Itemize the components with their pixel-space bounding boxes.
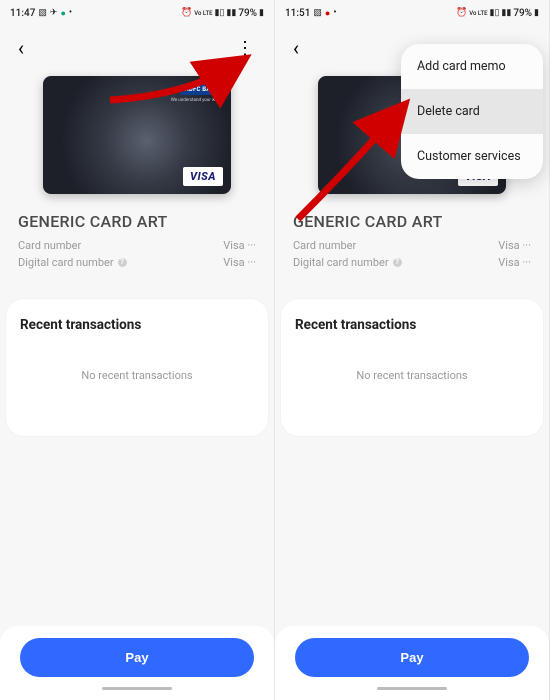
- battery-text: 79%: [513, 8, 532, 19]
- telegram-icon: ✈: [50, 8, 58, 18]
- signal-icon: ▮▯: [215, 8, 225, 18]
- more-notifications-icon: •: [69, 8, 72, 18]
- no-transactions-text: No recent transactions: [295, 369, 529, 418]
- battery-icon: ▮: [259, 8, 264, 18]
- volte-icon: Vo LTE: [469, 10, 487, 17]
- digital-number-label: Digital card number ?: [293, 256, 402, 269]
- bank-badge: HDFC BANK: [180, 84, 223, 95]
- card-title: GENERIC CARD ART: [18, 212, 256, 231]
- card-artwork[interactable]: HDFC BANK We understand your world VISA: [43, 76, 231, 194]
- card-title: GENERIC CARD ART: [293, 212, 531, 231]
- bank-tagline: We understand your world: [171, 98, 223, 103]
- signal2-icon: ▮▮: [501, 8, 511, 18]
- card-number-value[interactable]: Visa ···: [498, 239, 531, 252]
- more-options-button[interactable]: ⋮: [234, 34, 256, 63]
- image-icon: ▧: [313, 8, 322, 18]
- home-indicator[interactable]: [102, 687, 172, 690]
- status-bar: 11:47 ▧ ✈ ● • ⏰ Vo LTE ▮▯ ▮▮ 79% ▮: [0, 0, 274, 26]
- menu-customer-services[interactable]: Customer services: [401, 134, 543, 179]
- digital-number-value[interactable]: Visa ···: [498, 256, 531, 269]
- notification-dot-icon: ●: [60, 8, 65, 19]
- card-info-section: GENERIC CARD ART Card number Visa ··· Di…: [0, 212, 274, 287]
- recent-transactions-title: Recent transactions: [20, 317, 254, 333]
- screen-left: 11:47 ▧ ✈ ● • ⏰ Vo LTE ▮▯ ▮▮ 79% ▮ ‹ ⋮ H…: [0, 0, 275, 700]
- card-brand-badge: VISA: [183, 167, 223, 186]
- recent-transactions-card: Recent transactions No recent transactio…: [6, 299, 268, 436]
- back-button[interactable]: ‹: [293, 36, 299, 60]
- screen-right: 11:51 ▧ ● • ⏰ Vo LTE ▮▯ ▮▮ 79% ▮ ‹ Add c…: [275, 0, 550, 700]
- pay-button[interactable]: Pay: [20, 638, 254, 677]
- card-number-value[interactable]: Visa ···: [223, 239, 256, 252]
- card-info-section: GENERIC CARD ART Card number Visa ··· Di…: [275, 212, 549, 287]
- nav-bar: ‹ ⋮: [0, 26, 274, 70]
- digital-number-value[interactable]: Visa ···: [223, 256, 256, 269]
- no-transactions-text: No recent transactions: [20, 369, 254, 418]
- back-button[interactable]: ‹: [18, 36, 24, 60]
- alarm-icon: ⏰: [181, 8, 192, 18]
- image-icon: ▧: [38, 8, 47, 18]
- bottom-action-area: Pay: [0, 626, 274, 700]
- signal-icon: ▮▯: [490, 8, 500, 18]
- volte-icon: Vo LTE: [194, 10, 212, 17]
- info-icon[interactable]: ?: [393, 258, 402, 267]
- card-art-container: HDFC BANK We understand your world VISA: [0, 70, 274, 212]
- youtube-icon: ●: [325, 8, 330, 19]
- alarm-icon: ⏰: [456, 8, 467, 18]
- info-icon[interactable]: ?: [118, 258, 127, 267]
- card-options-menu: Add card memo Delete card Customer servi…: [401, 44, 543, 179]
- recent-transactions-card: Recent transactions No recent transactio…: [281, 299, 543, 436]
- home-indicator[interactable]: [377, 687, 447, 690]
- card-number-label: Card number: [293, 239, 356, 252]
- status-time: 11:51: [285, 8, 310, 19]
- status-time: 11:47: [10, 8, 35, 19]
- bottom-action-area: Pay: [275, 626, 549, 700]
- card-number-label: Card number: [18, 239, 81, 252]
- battery-icon: ▮: [534, 8, 539, 18]
- menu-delete-card[interactable]: Delete card: [401, 89, 543, 134]
- digital-number-label: Digital card number ?: [18, 256, 127, 269]
- battery-text: 79%: [238, 8, 257, 19]
- recent-transactions-title: Recent transactions: [295, 317, 529, 333]
- signal2-icon: ▮▮: [226, 8, 236, 18]
- pay-button[interactable]: Pay: [295, 638, 529, 677]
- more-notifications-icon: •: [333, 8, 336, 18]
- menu-add-memo[interactable]: Add card memo: [401, 44, 543, 89]
- status-bar: 11:51 ▧ ● • ⏰ Vo LTE ▮▯ ▮▮ 79% ▮: [275, 0, 549, 26]
